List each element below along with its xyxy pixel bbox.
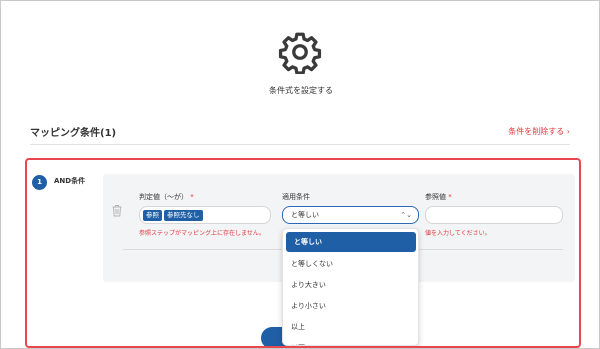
apply-condition-dropdown: と等しい と等しくない より大きい より小さい 以上 以下 xyxy=(282,228,419,346)
apply-condition-label: 適用条件 xyxy=(282,193,310,201)
reference-chip: 参照 xyxy=(143,210,162,221)
required-mark: * xyxy=(190,193,194,201)
step-number-badge: 1 xyxy=(32,175,47,190)
section-title: マッピング条件(1) xyxy=(30,128,117,139)
reference-value-label: 参照値 * xyxy=(425,193,452,201)
trash-icon[interactable] xyxy=(111,204,123,217)
select-arrows-icon: ⌃⌄ xyxy=(400,211,412,219)
delete-condition-link[interactable]: 条件を削除する › xyxy=(508,126,570,137)
judge-value-label: 判定値（〜が） * xyxy=(139,193,194,201)
dropdown-option[interactable]: より大きい xyxy=(283,275,418,295)
section-divider xyxy=(30,144,570,145)
dropdown-option[interactable]: 以上 xyxy=(283,317,418,337)
condition-group: 1 AND条件 判定値（〜が） * 参照 参照先なし 参照ステップがマッピング上… xyxy=(25,158,581,348)
apply-condition-select[interactable]: と等しい ⌃⌄ xyxy=(282,206,419,224)
required-mark: * xyxy=(448,193,452,201)
judge-value-field[interactable]: 参照 参照先なし xyxy=(139,206,271,224)
gear-icon xyxy=(278,32,322,74)
and-condition-label: AND条件 xyxy=(54,177,86,185)
dialog-frame: 条件式を設定する マッピング条件(1) 条件を削除する › 1 AND条件 判定… xyxy=(0,0,600,349)
dropdown-option[interactable]: より小さい xyxy=(283,296,418,316)
apply-condition-value: と等しい xyxy=(291,211,319,219)
reference-value-input[interactable] xyxy=(425,206,563,224)
dialog-heading: 条件式を設定する xyxy=(269,86,333,95)
dropdown-option[interactable]: と等しくない xyxy=(283,254,418,274)
reference-value-error: 値を入力してください。 xyxy=(425,230,491,237)
judge-value-error: 参照ステップがマッピング上に存在しません。 xyxy=(139,230,265,237)
no-reference-chip: 参照先なし xyxy=(164,210,203,221)
dropdown-option[interactable]: 以下 xyxy=(283,338,418,345)
dropdown-option[interactable]: と等しい xyxy=(286,232,416,252)
